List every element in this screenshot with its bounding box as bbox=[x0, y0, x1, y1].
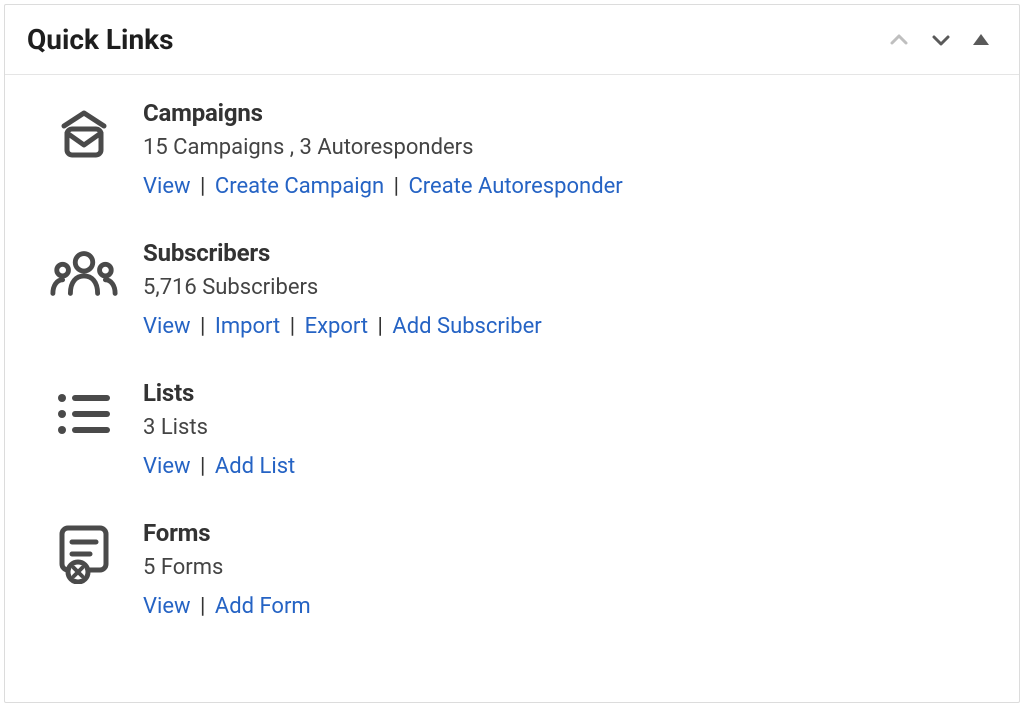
forms-actions: View | Add Form bbox=[143, 594, 311, 619]
chevron-up-icon[interactable] bbox=[887, 28, 911, 52]
separator: | bbox=[196, 454, 209, 479]
panel-body: Campaigns 15 Campaigns , 3 Autoresponder… bbox=[5, 75, 1019, 702]
quick-link-forms: Forms 5 Forms View | Add Form bbox=[49, 519, 975, 619]
subscribers-summary: 5,716 Subscribers bbox=[143, 275, 542, 300]
forms-content: Forms 5 Forms View | Add Form bbox=[143, 519, 311, 619]
campaigns-icon bbox=[49, 101, 119, 167]
quick-link-campaigns: Campaigns 15 Campaigns , 3 Autoresponder… bbox=[49, 99, 975, 199]
panel-header: Quick Links bbox=[5, 5, 1019, 75]
lists-icon bbox=[49, 381, 119, 447]
campaigns-actions: View | Create Campaign | Create Autoresp… bbox=[143, 174, 623, 199]
quick-links-panel: Quick Links bbox=[4, 4, 1020, 703]
lists-title: Lists bbox=[143, 379, 295, 407]
separator: | bbox=[390, 174, 403, 199]
add-subscriber-link[interactable]: Add Subscriber bbox=[392, 314, 541, 339]
subscribers-content: Subscribers 5,716 Subscribers View | Imp… bbox=[143, 239, 542, 339]
campaigns-summary: 15 Campaigns , 3 Autoresponders bbox=[143, 135, 623, 160]
campaigns-title: Campaigns bbox=[143, 99, 623, 127]
lists-actions: View | Add List bbox=[143, 454, 295, 479]
subscribers-icon bbox=[49, 241, 119, 307]
quick-link-lists: Lists 3 Lists View | Add List bbox=[49, 379, 975, 479]
quick-link-subscribers: Subscribers 5,716 Subscribers View | Imp… bbox=[49, 239, 975, 339]
lists-summary: 3 Lists bbox=[143, 415, 295, 440]
subscribers-view-link[interactable]: View bbox=[143, 314, 191, 339]
separator: | bbox=[196, 594, 209, 619]
create-autoresponder-link[interactable]: Create Autoresponder bbox=[408, 174, 622, 199]
panel-title: Quick Links bbox=[27, 23, 174, 56]
lists-content: Lists 3 Lists View | Add List bbox=[143, 379, 295, 479]
triangle-up-icon[interactable] bbox=[971, 30, 991, 50]
forms-icon bbox=[49, 521, 119, 587]
campaigns-view-link[interactable]: View bbox=[143, 174, 191, 199]
add-list-link[interactable]: Add List bbox=[215, 454, 295, 479]
create-campaign-link[interactable]: Create Campaign bbox=[215, 174, 384, 199]
subscribers-title: Subscribers bbox=[143, 239, 542, 267]
campaigns-content: Campaigns 15 Campaigns , 3 Autoresponder… bbox=[143, 99, 623, 199]
panel-controls bbox=[887, 28, 991, 52]
separator: | bbox=[286, 314, 299, 339]
subscribers-actions: View | Import | Export | Add Subscriber bbox=[143, 314, 542, 339]
separator: | bbox=[196, 314, 209, 339]
chevron-down-icon[interactable] bbox=[929, 28, 953, 52]
forms-summary: 5 Forms bbox=[143, 555, 311, 580]
separator: | bbox=[196, 174, 209, 199]
subscribers-import-link[interactable]: Import bbox=[215, 314, 280, 339]
forms-title: Forms bbox=[143, 519, 311, 547]
separator: | bbox=[374, 314, 387, 339]
subscribers-export-link[interactable]: Export bbox=[305, 314, 369, 339]
forms-view-link[interactable]: View bbox=[143, 594, 191, 619]
add-form-link[interactable]: Add Form bbox=[215, 594, 311, 619]
lists-view-link[interactable]: View bbox=[143, 454, 191, 479]
